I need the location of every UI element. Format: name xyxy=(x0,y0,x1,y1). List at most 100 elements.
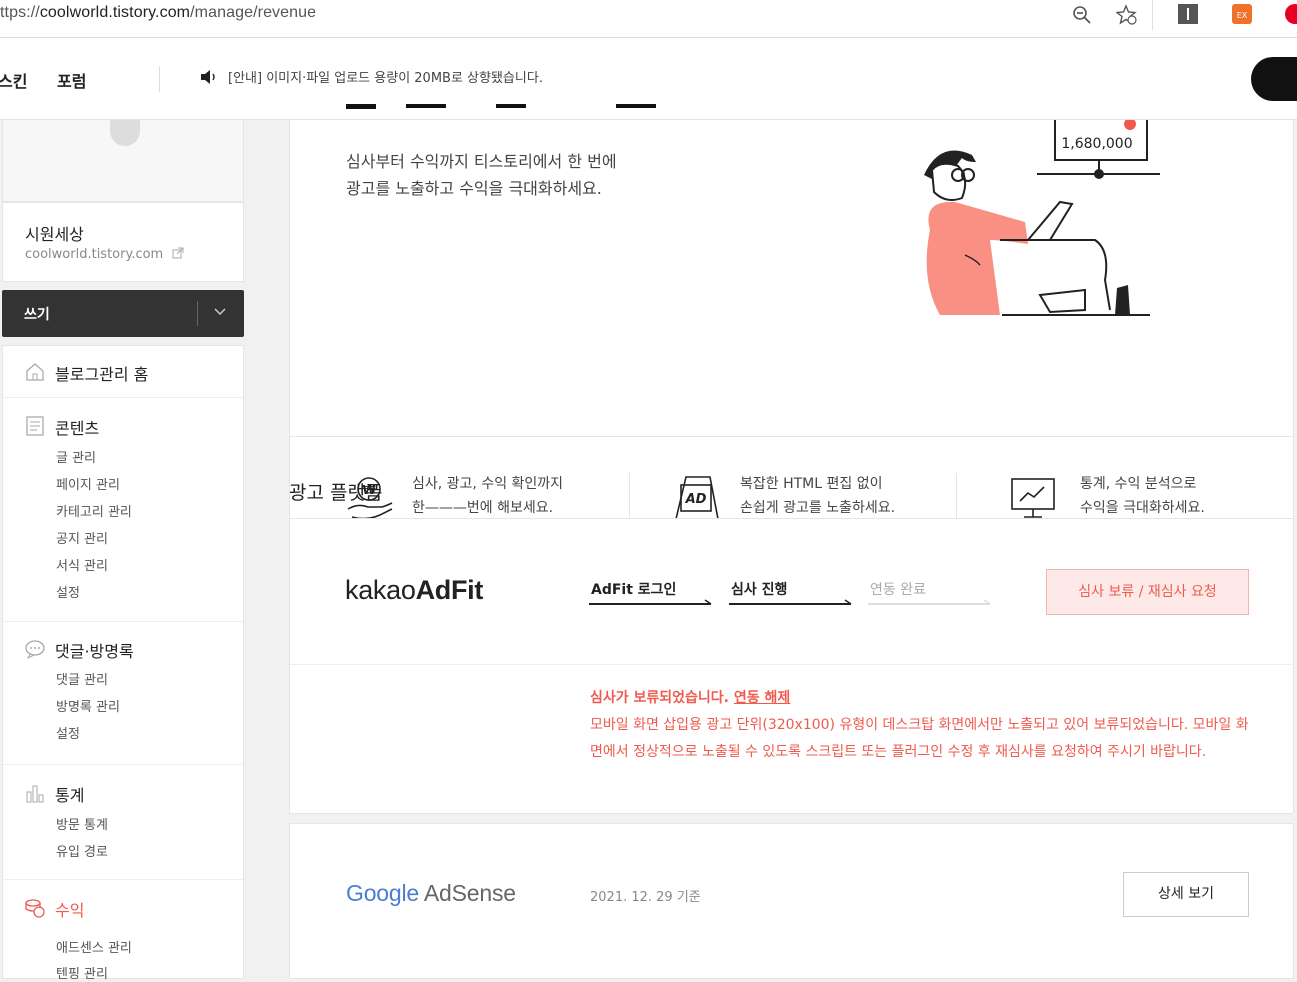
step-arrow-icon xyxy=(868,599,991,605)
adfit-card: kakaoAdFit AdFit 로그인 심사 진행 연동 완료 심사 보류 /… xyxy=(289,518,1294,814)
extension-ex-icon[interactable]: EX xyxy=(1231,3,1253,25)
step-arrow-icon xyxy=(729,599,852,605)
sidebar-item-home[interactable]: 블로그관리 홈 xyxy=(55,361,148,385)
feature-2-line1: 복잡한 HTML 편집 없이 xyxy=(740,476,883,492)
sidebar-link-guestbook[interactable]: 방명록 관리 xyxy=(56,696,120,715)
nav-forum[interactable]: 포럼 xyxy=(57,68,86,92)
feature-1-line2: 한———번에 해보세요. xyxy=(412,500,554,516)
hero-description: 심사부터 수익까지 티스토리에서 한 번에 광고를 노출하고 수익을 극대화하세… xyxy=(346,148,617,202)
sidebar-link-visits[interactable]: 방문 통계 xyxy=(56,814,108,833)
sidebar-link-notices[interactable]: 공지 관리 xyxy=(56,528,108,547)
extension-divider xyxy=(1152,0,1153,30)
step-review: 심사 진행 xyxy=(731,582,788,598)
feature-divider xyxy=(956,473,957,519)
step-linked: 연동 완료 xyxy=(870,582,926,598)
feature-2-line2: 손쉽게 광고를 노출하세요. xyxy=(740,500,896,516)
sidebar-section-stats: 통계 방문 통계 유입 경로 xyxy=(3,765,243,880)
sidebar-link-comment-settings[interactable]: 설정 xyxy=(56,723,80,742)
sidebar-item-stats[interactable]: 통계 xyxy=(55,782,84,806)
write-button[interactable]: 쓰기 xyxy=(2,290,244,337)
hero-title-cutoff xyxy=(346,104,766,122)
adfit-status-row: kakaoAdFit AdFit 로그인 심사 진행 연동 완료 심사 보류 /… xyxy=(290,519,1293,665)
details-button[interactable]: 상세 보기 xyxy=(1123,872,1249,917)
nav-divider xyxy=(159,66,160,92)
nav-skin[interactable]: 스킨 xyxy=(0,68,27,92)
manage-menu: 블로그관리 홈 콘텐츠 글 관리 페이지 관리 카테고리 관리 공지 관리 서식… xyxy=(2,345,244,982)
feature-3-text: 통계, 수익 분석으로 수익을 극대화하세요. xyxy=(1080,472,1205,520)
sidebar-link-pages[interactable]: 페이지 관리 xyxy=(56,474,120,493)
sidebar-section-revenue: 수익 애드센스 관리 텐핑 관리 xyxy=(3,880,243,982)
sidebar-link-adsense[interactable]: 애드센스 관리 xyxy=(56,937,132,956)
account-button[interactable] xyxy=(1251,57,1297,101)
sidebar-link-content-settings[interactable]: 설정 xyxy=(56,582,80,601)
svg-text:EX: EX xyxy=(1237,11,1248,20)
unlink-link[interactable]: 연동 해제 xyxy=(734,690,790,706)
hero-illustration: 1,680,000 xyxy=(924,120,1160,316)
kakao-adfit-logo: kakaoAdFit xyxy=(345,575,483,606)
bar-chart-icon xyxy=(26,785,44,803)
review-hold-message: 심사가 보류되었습니다. 연동 해제 모바일 화면 삽입용 광고 단위(320x… xyxy=(590,685,1250,766)
sidebar-link-comment-manage[interactable]: 댓글 관리 xyxy=(56,669,108,688)
blog-name[interactable]: 시원세상 xyxy=(25,221,84,245)
zoom-icon[interactable] xyxy=(1071,4,1093,26)
url-prefix: ttps:// xyxy=(0,4,40,21)
chevron-down-icon[interactable] xyxy=(214,308,226,316)
sidebar-link-posts[interactable]: 글 관리 xyxy=(56,447,96,466)
notice-text: [안내] 이미지·파일 업로드 용량이 20MB로 상향됐습니다. xyxy=(228,71,543,86)
logo-google: Google xyxy=(346,880,419,906)
sidebar-item-comments[interactable]: 댓글·방명록 xyxy=(55,638,134,662)
address-bar[interactable]: ttps://coolworld.tistory.com/manage/reve… xyxy=(0,4,316,22)
warn-heading: 심사가 보류되었습니다. xyxy=(590,690,734,706)
sidebar-section-contents: 콘텐츠 글 관리 페이지 관리 카테고리 관리 공지 관리 서식 관리 설정 xyxy=(3,398,243,622)
feature-1-line1: 심사, 광고, 수익 확인까지 xyxy=(412,476,564,492)
adsense-card: Google AdSense 2021. 12. 29 기준 상세 보기 xyxy=(289,823,1294,979)
document-icon xyxy=(26,416,44,436)
sidebar-section-comments: 댓글·방명록 댓글 관리 방명록 관리 설정 xyxy=(3,622,243,765)
feature-divider xyxy=(629,473,630,519)
avatar[interactable] xyxy=(110,120,140,146)
logo-kakao: kakao xyxy=(345,575,416,605)
coins-icon xyxy=(25,899,45,918)
step-adfit-login: AdFit 로그인 xyxy=(591,582,677,598)
re-review-request-button[interactable]: 심사 보류 / 재심사 요청 xyxy=(1046,569,1249,615)
blog-url[interactable]: coolworld.tistory.com xyxy=(25,247,184,262)
logo-adsense: AdSense xyxy=(423,880,516,906)
logo-adfit: AdFit xyxy=(415,575,484,605)
hero-desc-line1: 심사부터 수익까지 티스토리에서 한 번에 xyxy=(346,152,617,171)
feature-3-line2: 수익을 극대화하세요. xyxy=(1080,500,1205,516)
bookmark-star-icon[interactable] xyxy=(1116,4,1138,26)
sidebar-section-home: 블로그관리 홈 xyxy=(3,346,243,398)
sidebar-item-contents[interactable]: 콘텐츠 xyxy=(55,415,99,439)
section-title-ad-platform: 광고 플랫폼 xyxy=(289,482,383,504)
google-adsense-logo: Google AdSense xyxy=(346,880,516,907)
adsense-date: 2021. 12. 29 기준 xyxy=(590,890,701,905)
write-button-label: 쓰기 xyxy=(24,307,50,323)
feature-3-line1: 통계, 수익 분석으로 xyxy=(1080,476,1197,492)
extension-i-icon[interactable] xyxy=(1177,3,1199,25)
ad-sign-icon: AD xyxy=(675,476,719,520)
blog-info-card: 시원세상 coolworld.tistory.com xyxy=(2,202,244,282)
hero-amount: 1,680,000 xyxy=(1061,136,1132,152)
sidebar-link-categories[interactable]: 카테고리 관리 xyxy=(56,501,132,520)
blog-url-text: coolworld.tistory.com xyxy=(25,247,164,262)
hero-desc-line2: 광고를 노출하고 수익을 극대화하세요. xyxy=(346,179,602,198)
profile-area xyxy=(2,120,244,202)
feature-1-text: 심사, 광고, 수익 확인까지 한———번에 해보세요. xyxy=(412,472,563,520)
warn-body: 모바일 화면 삽입용 광고 단위(320x100) 유형이 데스크탑 화면에서만… xyxy=(590,717,1249,760)
url-host: coolworld.tistory.com xyxy=(39,4,191,21)
pinterest-icon[interactable] xyxy=(1284,3,1297,25)
monitor-chart-icon xyxy=(1011,478,1055,518)
sidebar-link-tenping[interactable]: 텐핑 관리 xyxy=(56,963,108,982)
browser-toolbar: ttps://coolworld.tistory.com/manage/reve… xyxy=(0,0,1297,38)
home-icon xyxy=(26,363,44,381)
notice-banner[interactable]: [안내] 이미지·파일 업로드 용량이 20MB로 상향됐습니다. xyxy=(200,67,543,86)
svg-text:AD: AD xyxy=(685,492,707,507)
sidebar-link-templates[interactable]: 서식 관리 xyxy=(56,555,108,574)
url-path: /manage/revenue xyxy=(190,4,317,21)
revenue-hero: 심사부터 수익까지 티스토리에서 한 번에 광고를 노출하고 수익을 극대화하세… xyxy=(289,104,1294,436)
sidebar-item-revenue[interactable]: 수익 xyxy=(55,897,84,921)
comment-icon xyxy=(25,640,45,660)
sidebar-link-referrers[interactable]: 유입 경로 xyxy=(56,841,108,860)
feature-2-text: 복잡한 HTML 편집 없이 손쉽게 광고를 노출하세요. xyxy=(740,472,895,520)
sidebar: 시원세상 coolworld.tistory.com 쓰기 블로그관리 홈 콘텐… xyxy=(0,120,244,982)
